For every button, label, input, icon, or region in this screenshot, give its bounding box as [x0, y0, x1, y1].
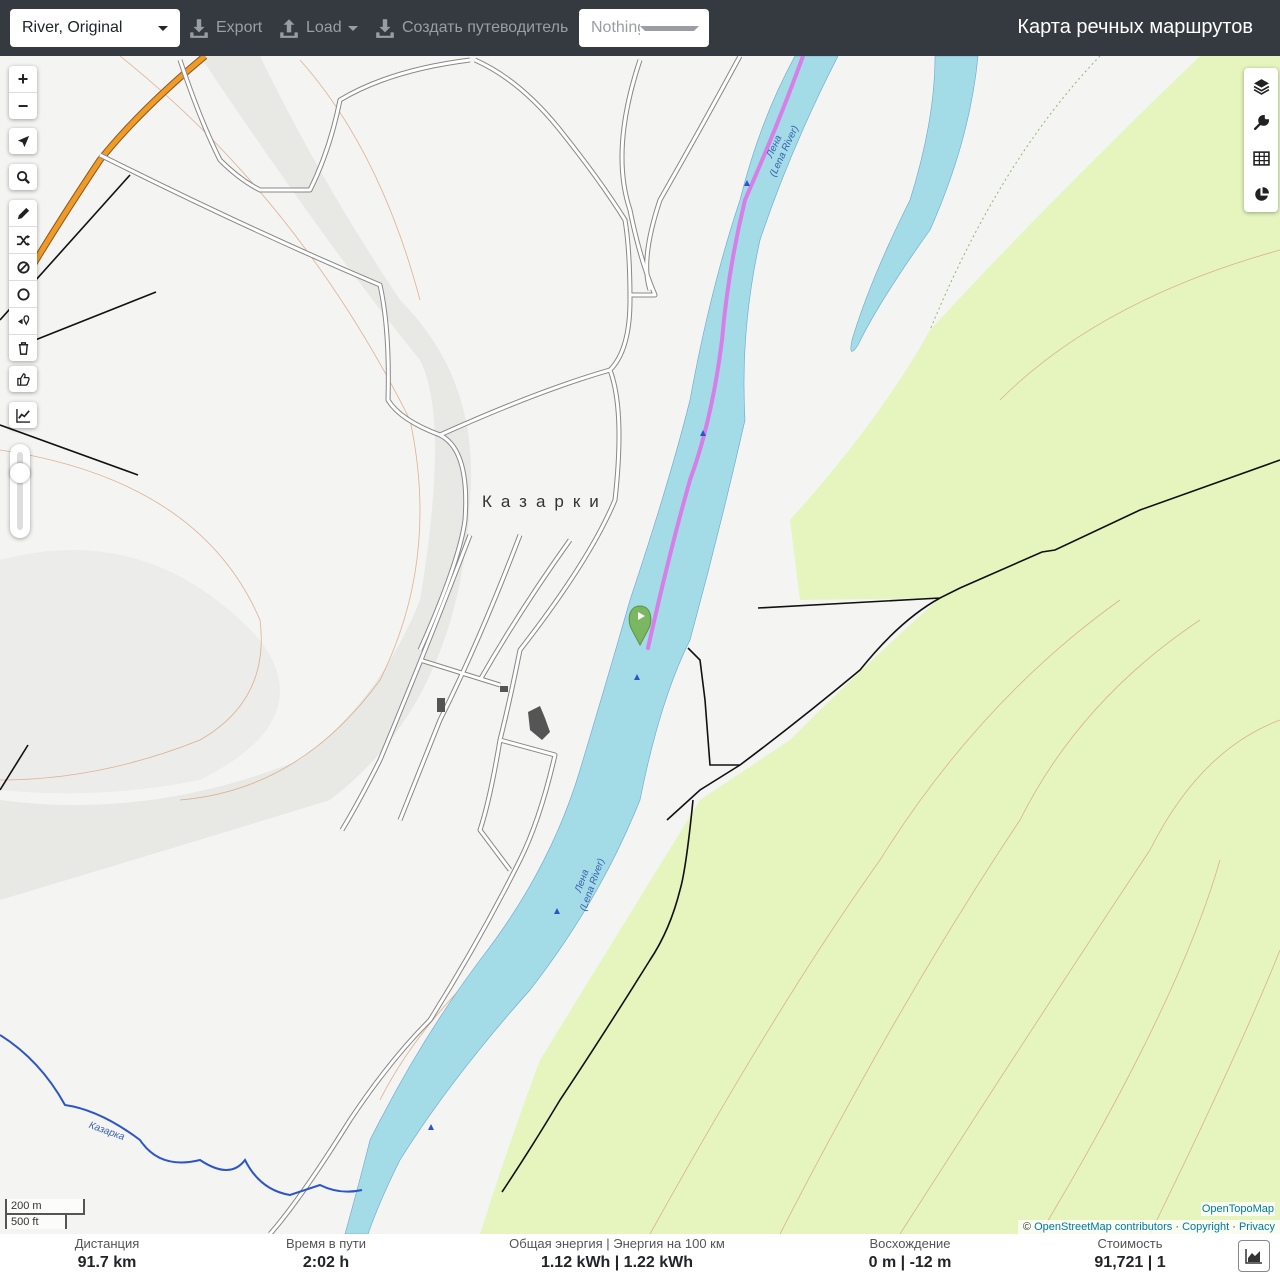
time-label: Время в пути — [286, 1236, 366, 1251]
chevron-down-icon — [640, 25, 699, 31]
ascent-stat: Восхождение 0 m | -12 m — [850, 1236, 970, 1272]
topo-map-layer — [0, 56, 1280, 1234]
poi-icon — [17, 314, 29, 326]
search-button[interactable] — [9, 164, 37, 190]
table-button[interactable] — [1244, 140, 1278, 176]
table-icon — [1252, 150, 1270, 166]
right-toolbar — [1244, 68, 1278, 212]
selection-select[interactable]: Nothing selected — [579, 9, 709, 47]
copyright-link[interactable]: Copyright — [1182, 1221, 1229, 1233]
energy-stat: Общая энергия | Энергия на 100 км 1.12 k… — [487, 1236, 747, 1272]
elevation-chart-button[interactable] — [1238, 1240, 1270, 1272]
zoom-in-button[interactable]: + — [9, 66, 37, 92]
settings-button[interactable] — [1244, 104, 1278, 140]
locate-control — [9, 128, 37, 154]
nogo-area-button[interactable] — [9, 253, 37, 280]
energy-value: 1.12 kWh | 1.22 kWh — [540, 1254, 694, 1271]
energy-label: Общая энергия | Энергия на 100 км — [509, 1236, 725, 1251]
area-chart-icon — [1245, 1249, 1262, 1264]
ascent-value: 0 m | -12 m — [868, 1254, 952, 1271]
route-stats-bar: Дистанция 91.7 km Время в пути 2:02 h Об… — [0, 1234, 1280, 1280]
chevron-down-icon — [158, 25, 168, 31]
scale-imperial: 500 ft — [5, 1213, 67, 1229]
thumbs-button[interactable] — [9, 366, 37, 392]
edit-toolbar — [9, 200, 37, 361]
distance-stat: Дистанция 91.7 km — [47, 1236, 167, 1272]
zoom-in-icon: + — [17, 68, 29, 89]
elevation-control — [9, 402, 37, 428]
privacy-link[interactable]: Privacy — [1239, 1221, 1275, 1233]
search-control — [9, 164, 37, 190]
cost-label: Стоимость — [1097, 1236, 1163, 1251]
create-guide-button[interactable]: Создать путеводитель — [374, 9, 568, 47]
place-label: Казарки — [482, 492, 608, 511]
upload-icon — [280, 19, 298, 38]
circle-button[interactable] — [9, 280, 37, 307]
thumbs-icon — [16, 372, 30, 386]
locate-button[interactable] — [9, 128, 37, 154]
poi-button[interactable] — [9, 307, 37, 334]
elevation-icon — [15, 408, 30, 423]
cost-value: 91,721 | 1 — [1094, 1254, 1166, 1271]
osm-contributors-link[interactable]: OpenStreetMap contributors — [1034, 1221, 1172, 1233]
trash-icon — [18, 341, 28, 355]
zoom-out-icon: − — [17, 95, 29, 116]
chevron-down-icon — [347, 25, 358, 31]
draw-route-button[interactable] — [9, 200, 37, 226]
slider-handle[interactable] — [10, 463, 30, 483]
distance-value: 91.7 km — [77, 1254, 137, 1271]
map-attribution: © OpenStreetMap contributors · Copyright… — [1017, 1220, 1280, 1234]
ascent-label: Восхождение — [869, 1236, 951, 1251]
elevation-button[interactable] — [9, 402, 37, 428]
wrench-icon — [1253, 114, 1269, 130]
zoom-out-button[interactable]: − — [9, 92, 37, 119]
pie-chart-icon — [1254, 186, 1269, 201]
cost-stat: Стоимость 91,721 | 1 — [1070, 1236, 1190, 1272]
search-icon — [16, 170, 30, 184]
opacity-slider[interactable] — [10, 444, 30, 538]
top-navbar: River, Original Export Load Создать путе… — [0, 0, 1280, 56]
zoom-control: + − — [9, 66, 37, 119]
download-icon — [190, 19, 208, 38]
circle-icon — [16, 287, 30, 301]
download-icon — [376, 19, 394, 38]
selection-select-value: Nothing selected — [591, 19, 640, 36]
reverse-route-button[interactable] — [9, 226, 37, 253]
profile-select-value: River, Original — [22, 19, 123, 36]
analysis-button[interactable] — [1244, 176, 1278, 212]
feedback-control — [9, 366, 37, 392]
nogo-icon — [16, 260, 30, 274]
locate-icon — [17, 135, 29, 147]
delete-route-button[interactable] — [9, 334, 37, 361]
layers-button[interactable] — [1244, 68, 1278, 104]
shuffle-icon — [16, 234, 30, 246]
load-button[interactable]: Load — [278, 9, 358, 47]
profile-select[interactable]: River, Original — [10, 9, 180, 47]
layers-icon — [1253, 78, 1269, 95]
map-canvas[interactable]: Казарки Лена (Lena River) Лена (Lena River… — [0, 56, 1280, 1234]
scale-bar: 200 m 500 ft — [5, 1199, 85, 1229]
time-value: 2:02 h — [302, 1254, 350, 1271]
export-button[interactable]: Export — [188, 9, 262, 47]
draw-icon — [17, 207, 29, 219]
app-title: Карта речных маршрутов — [1017, 16, 1253, 38]
time-stat: Время в пути 2:02 h — [266, 1236, 386, 1272]
distance-label: Дистанция — [74, 1236, 140, 1251]
layer-attribution-link[interactable]: OpenTopoMap — [1200, 1202, 1275, 1216]
